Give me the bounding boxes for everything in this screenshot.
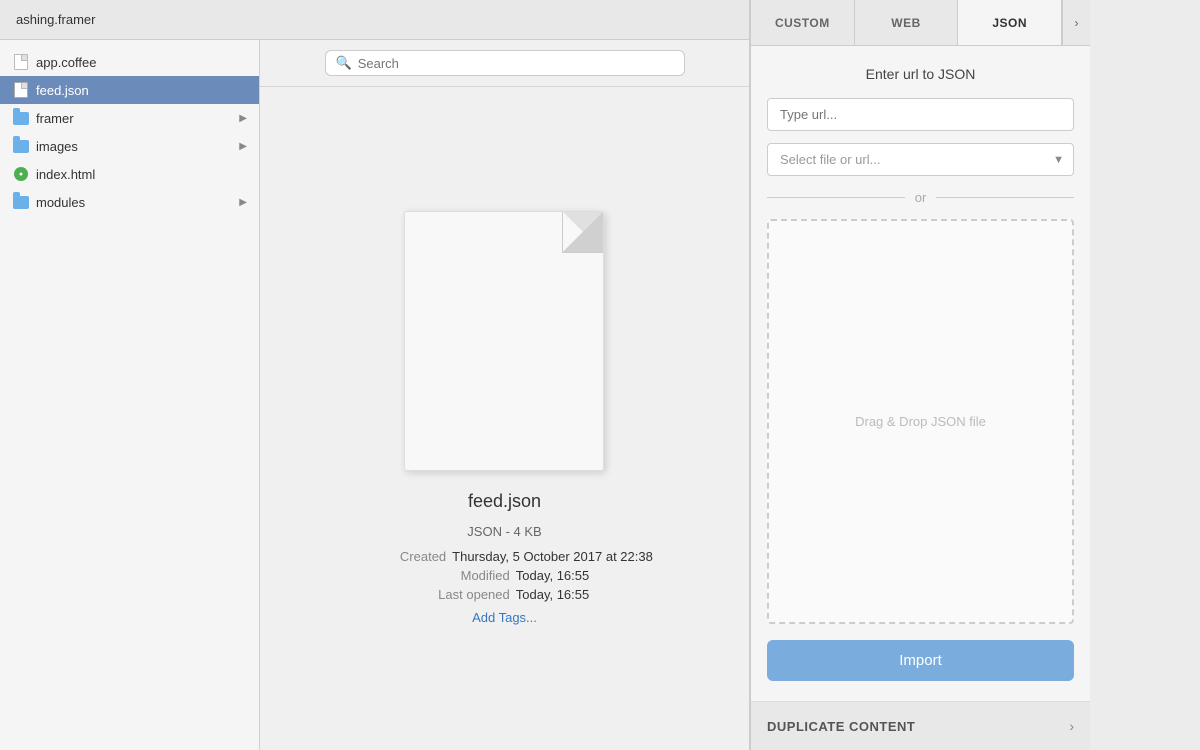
folder-icon bbox=[12, 137, 30, 155]
url-input[interactable] bbox=[767, 98, 1074, 131]
tabs-row: CUSTOM WEB JSON › bbox=[751, 0, 1090, 46]
duplicate-content-section[interactable]: DUPLICATE CONTENT › bbox=[751, 701, 1090, 750]
tab-overflow-arrow[interactable]: › bbox=[1062, 0, 1090, 45]
doc-icon bbox=[12, 81, 30, 99]
file-item-label: app.coffee bbox=[36, 55, 247, 70]
meta-value-created: Thursday, 5 October 2017 at 22:38 bbox=[452, 549, 653, 564]
tab-json[interactable]: JSON bbox=[958, 0, 1062, 45]
file-item-label: framer bbox=[36, 111, 233, 126]
or-divider: or bbox=[767, 190, 1074, 205]
file-item-label: index.html bbox=[36, 167, 247, 182]
file-item-label: feed.json bbox=[36, 83, 247, 98]
file-type-label: JSON - 4 KB bbox=[356, 524, 653, 539]
file-item-feed-json[interactable]: feed.json bbox=[0, 76, 259, 104]
document-preview-icon bbox=[404, 211, 604, 471]
search-bar: 🔍 bbox=[260, 40, 749, 87]
file-meta: JSON - 4 KB Created Thursday, 5 October … bbox=[356, 524, 653, 627]
tab-custom[interactable]: CUSTOM bbox=[751, 0, 855, 45]
file-item-images[interactable]: images ▶ bbox=[0, 132, 259, 160]
file-preview-content: feed.json JSON - 4 KB Created Thursday, … bbox=[336, 87, 673, 750]
import-button[interactable]: Import bbox=[767, 640, 1074, 681]
meta-label-created: Created bbox=[356, 549, 446, 564]
file-item-app-coffee[interactable]: app.coffee bbox=[0, 48, 259, 76]
file-item-label: images bbox=[36, 139, 233, 154]
add-tags-link[interactable]: Add Tags... bbox=[472, 610, 537, 625]
file-item-label: modules bbox=[36, 195, 233, 210]
chevron-right-icon: ▶ bbox=[239, 141, 247, 152]
title-bar: ashing.framer bbox=[0, 0, 749, 40]
file-browser: ashing.framer app.coffee feed.json bbox=[0, 0, 750, 750]
chevron-right-icon: ▶ bbox=[239, 197, 247, 208]
chevron-right-icon: ▶ bbox=[239, 113, 247, 124]
file-item-modules[interactable]: modules ▶ bbox=[0, 188, 259, 216]
file-select[interactable]: Select file or url... bbox=[767, 143, 1074, 176]
tab-json-label: JSON bbox=[992, 16, 1027, 30]
select-wrapper: Select file or url... ▼ bbox=[767, 143, 1074, 176]
meta-row-modified: Modified Today, 16:55 bbox=[356, 568, 653, 583]
tab-custom-label: CUSTOM bbox=[775, 16, 830, 30]
document-page bbox=[404, 211, 604, 471]
browser-content: app.coffee feed.json framer ▶ bbox=[0, 40, 749, 750]
right-panel: CUSTOM WEB JSON › Enter url to JSON Sele… bbox=[750, 0, 1090, 750]
window-title: ashing.framer bbox=[16, 12, 95, 27]
file-list: app.coffee feed.json framer ▶ bbox=[0, 40, 260, 750]
drop-zone[interactable]: Drag & Drop JSON file bbox=[767, 219, 1074, 624]
chevron-right-icon: › bbox=[1075, 16, 1079, 30]
folder-icon bbox=[12, 109, 30, 127]
panel-body: Enter url to JSON Select file or url... … bbox=[751, 46, 1090, 701]
file-item-framer[interactable]: framer ▶ bbox=[0, 104, 259, 132]
meta-label-modified: Modified bbox=[420, 568, 510, 583]
meta-row-created: Created Thursday, 5 October 2017 at 22:3… bbox=[356, 549, 653, 564]
folder-icon bbox=[12, 193, 30, 211]
preview-filename: feed.json bbox=[468, 491, 541, 512]
meta-value-last-opened: Today, 16:55 bbox=[516, 587, 589, 602]
panel-title: Enter url to JSON bbox=[767, 66, 1074, 82]
meta-row-last-opened: Last opened Today, 16:55 bbox=[356, 587, 653, 602]
meta-label-last-opened: Last opened bbox=[420, 587, 510, 602]
file-preview-area: 🔍 feed.json JSON - 4 KB Created Thursday… bbox=[260, 40, 749, 750]
duplicate-content-label: DUPLICATE CONTENT bbox=[767, 719, 1069, 734]
search-wrapper[interactable]: 🔍 bbox=[325, 50, 685, 76]
chevron-right-icon: › bbox=[1069, 718, 1074, 734]
search-icon: 🔍 bbox=[336, 55, 352, 71]
html-icon: ● bbox=[12, 165, 30, 183]
meta-value-modified: Today, 16:55 bbox=[516, 568, 589, 583]
tab-web[interactable]: WEB bbox=[855, 0, 959, 45]
drop-zone-label: Drag & Drop JSON file bbox=[855, 414, 986, 429]
or-text: or bbox=[915, 190, 927, 205]
tab-web-label: WEB bbox=[891, 16, 921, 30]
search-input[interactable] bbox=[358, 56, 674, 71]
file-item-index-html[interactable]: ● index.html bbox=[0, 160, 259, 188]
doc-icon bbox=[12, 53, 30, 71]
